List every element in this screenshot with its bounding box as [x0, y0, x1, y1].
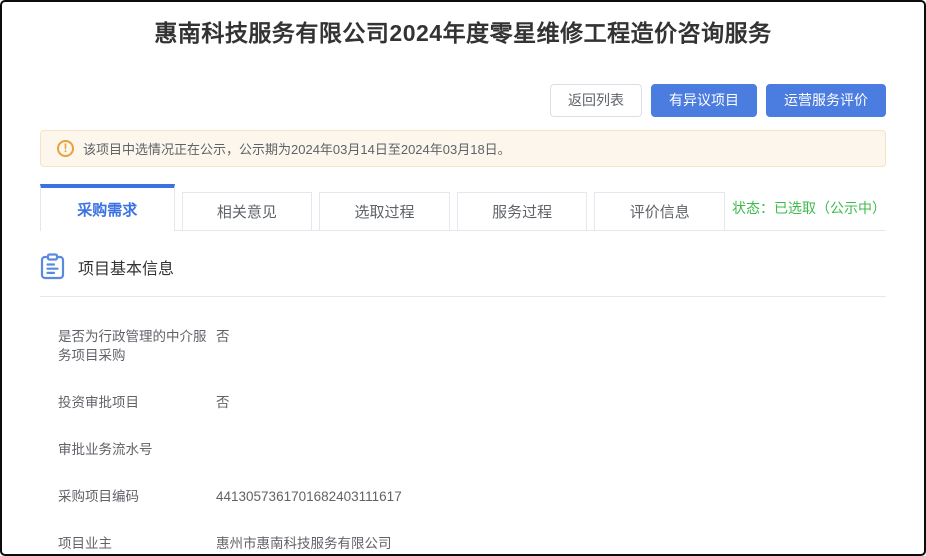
field-label: 采购项目编码: [58, 487, 208, 506]
tab-related-opinions[interactable]: 相关意见: [182, 192, 313, 230]
project-detail-page: 惠南科技服务有限公司2024年度零星维修工程造价咨询服务 返回列表 有异议项目 …: [0, 0, 926, 556]
section-header-basic-info: 项目基本信息: [40, 253, 886, 280]
clipboard-icon: [40, 253, 65, 280]
field-label: 项目业主: [58, 534, 208, 553]
tab-selection-process[interactable]: 选取过程: [319, 192, 450, 230]
field-value: 否: [216, 393, 230, 412]
service-evaluation-button[interactable]: 运营服务评价: [766, 84, 886, 117]
field-value: 否: [216, 327, 230, 365]
field-row-approval-serial-number: 审批业务流水号: [58, 440, 886, 459]
objection-project-button[interactable]: 有异议项目: [651, 84, 757, 117]
field-row-intermediary-service: 是否为行政管理的中介服务项目采购 否: [58, 327, 886, 365]
field-row-project-code: 采购项目编码 4413057361701682403111617: [58, 487, 886, 506]
status-badge: 状态：已选取（公示中）: [732, 198, 886, 230]
warning-circle-icon: !: [57, 140, 74, 157]
section-title: 项目基本信息: [78, 255, 174, 279]
field-row-project-owner: 项目业主 惠州市惠南科技服务有限公司: [58, 534, 886, 553]
tab-procurement-requirements[interactable]: 采购需求: [40, 184, 175, 231]
notice-text: 该项目中选情况正在公示，公示期为2024年03月14日至2024年03月18日。: [83, 139, 511, 158]
field-label: 是否为行政管理的中介服务项目采购: [58, 327, 208, 365]
basic-info-fields: 是否为行政管理的中介服务项目采购 否 投资审批项目 否 审批业务流水号 采购项目…: [40, 297, 886, 553]
field-value: 惠州市惠南科技服务有限公司: [216, 534, 392, 553]
field-label: 投资审批项目: [58, 393, 208, 412]
tab-service-process[interactable]: 服务过程: [457, 192, 588, 230]
tab-evaluation-info[interactable]: 评价信息: [594, 192, 725, 230]
field-row-investment-approval: 投资审批项目 否: [58, 393, 886, 412]
field-value: 4413057361701682403111617: [216, 487, 402, 506]
back-to-list-button[interactable]: 返回列表: [550, 84, 642, 117]
field-label: 审批业务流水号: [58, 440, 208, 459]
toolbar: 返回列表 有异议项目 运营服务评价: [40, 84, 886, 117]
tab-bar: 采购需求 相关意见 选取过程 服务过程 评价信息 状态：已选取（公示中）: [40, 185, 886, 231]
publicity-notice-bar: ! 该项目中选情况正在公示，公示期为2024年03月14日至2024年03月18…: [40, 130, 886, 167]
page-title: 惠南科技服务有限公司2024年度零星维修工程造价咨询服务: [40, 18, 886, 48]
